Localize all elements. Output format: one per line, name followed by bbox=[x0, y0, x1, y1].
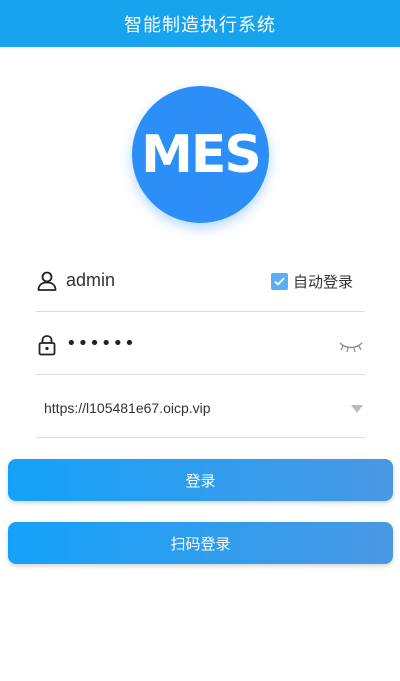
eye-closed-icon[interactable] bbox=[339, 340, 363, 354]
server-url-value: https://l105481e67.oicp.vip bbox=[44, 400, 211, 416]
password-row[interactable]: •••••• bbox=[36, 318, 365, 375]
scan-login-button[interactable]: 扫码登录 bbox=[8, 522, 393, 564]
chevron-down-icon[interactable] bbox=[351, 405, 363, 413]
auto-login-checkbox[interactable] bbox=[270, 273, 288, 290]
mes-logo: MES bbox=[132, 86, 269, 223]
password-input[interactable]: •••••• bbox=[66, 333, 136, 354]
login-button[interactable]: 登录 bbox=[8, 459, 393, 501]
logo-text: MES bbox=[141, 124, 262, 185]
auto-login-toggle[interactable]: 自动登录 bbox=[270, 271, 353, 292]
page-title: 智能制造执行系统 bbox=[124, 14, 276, 36]
username-row[interactable]: admin 自动登录 bbox=[36, 255, 365, 312]
lock-icon bbox=[36, 334, 58, 356]
server-url-select[interactable]: https://l105481e67.oicp.vip bbox=[36, 381, 365, 438]
username-input[interactable]: admin bbox=[66, 270, 115, 291]
app-header: 智能制造执行系统 bbox=[0, 0, 400, 47]
check-icon bbox=[274, 277, 285, 286]
auto-login-label: 自动登录 bbox=[292, 273, 353, 291]
user-icon bbox=[36, 270, 58, 292]
